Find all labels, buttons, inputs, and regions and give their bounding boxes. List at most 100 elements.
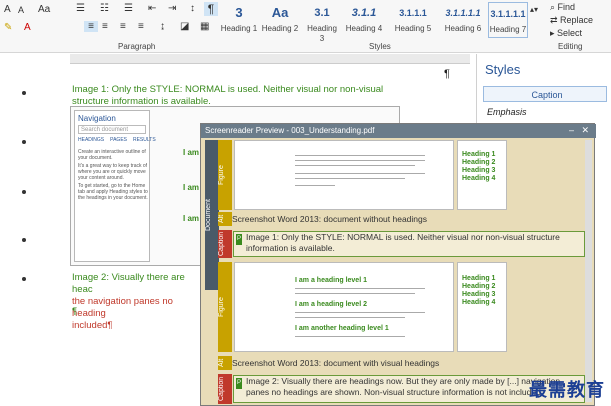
bullets-icon[interactable]: ☰ <box>76 3 85 14</box>
style-heading-7[interactable]: 3.1.1.1.1 Heading 7 <box>488 2 528 38</box>
preview-scrollbar[interactable] <box>585 140 592 402</box>
style-heading-6[interactable]: 3.1.1.1.1 Heading 6 <box>440 2 486 38</box>
tag-caption[interactable]: Caption <box>218 230 232 258</box>
decrease-indent-icon[interactable]: ⇤ <box>148 3 156 14</box>
bullet <box>22 140 26 144</box>
mini-style: Heading 2 <box>462 283 496 290</box>
mini-style: Heading 4 <box>462 175 496 182</box>
mini-style: Heading 1 <box>462 275 496 282</box>
borders-icon[interactable]: ▦ <box>200 21 209 32</box>
show-formatting-button[interactable]: ¶ <box>204 2 218 16</box>
style-heading-4[interactable]: 3.1.1 Heading 4 <box>342 2 386 38</box>
style-sample: 3 <box>235 5 243 20</box>
figure-thumbnail-1 <box>234 140 454 210</box>
mini-style: Heading 1 <box>462 151 496 158</box>
tag-alt[interactable]: Alt <box>218 212 232 226</box>
navigation-pane: Navigation Search document HEADINGS PAGE… <box>74 110 156 262</box>
tag-alt[interactable]: Alt <box>218 356 232 370</box>
style-sample: 3.1.1.1 <box>399 8 427 18</box>
screenreader-preview-window: Screenreader Preview - 003_Understanding… <box>200 123 596 406</box>
preview-title-bar: Screenreader Preview - 003_Understanding… <box>201 124 596 138</box>
caption-1-text: Image 1: Only the STYLE: NORMAL is used.… <box>246 232 560 253</box>
navigation-search-input[interactable]: Search document <box>78 125 146 134</box>
para2-line1: Image 2: Visually there are heac <box>72 272 185 295</box>
style-heading-3[interactable]: 3.1 Heading 3 <box>304 2 340 43</box>
style-sample: 3.1 <box>314 7 330 19</box>
style-heading-2[interactable]: Aa Heading 2 <box>260 2 300 38</box>
caption-1: P Image 1: Only the STYLE: NORMAL is use… <box>233 231 585 257</box>
replace-label: Replace <box>560 15 594 25</box>
paragraph-mark: ¶ <box>444 68 450 80</box>
minimize-icon[interactable]: – <box>569 125 574 135</box>
highlight-icon[interactable]: ✎ <box>4 22 12 33</box>
tab-pages[interactable]: PAGES <box>110 137 127 143</box>
para2-line3: included <box>72 320 108 331</box>
pilcrow: ¶ <box>107 320 113 331</box>
increase-indent-icon[interactable]: ⇥ <box>168 3 176 14</box>
paragraph-image1[interactable]: Image 1: Only the STYLE: NORMAL is used.… <box>72 84 402 108</box>
style-name: Heading 2 <box>261 24 299 33</box>
mini-style: Heading 3 <box>462 291 496 298</box>
multilevel-list-icon[interactable]: ☰ <box>124 3 133 14</box>
tab-results[interactable]: RESULTS <box>133 137 156 143</box>
change-case-button[interactable]: Aa <box>38 4 50 15</box>
caption-2-text: Image 2: Visually there are headings now… <box>246 376 561 397</box>
navigation-help-3: To get started, go to the Home tab and a… <box>78 183 148 201</box>
align-center-icon[interactable]: ≡ <box>102 21 108 32</box>
tag-figure[interactable]: Figure <box>218 262 232 352</box>
replace-button[interactable]: ⇄ Replace <box>550 15 593 26</box>
styles-group-label: Styles <box>369 42 391 51</box>
navigation-help-1: Create an interactive outline of your do… <box>78 149 146 161</box>
bullet <box>22 277 26 281</box>
watermark-logo: 最需教育 <box>529 380 605 400</box>
shrink-font-button[interactable]: A <box>18 5 24 15</box>
shading-icon[interactable]: ◪ <box>180 21 189 32</box>
find-button[interactable]: ⌕ Find <box>550 2 575 13</box>
sort-icon[interactable]: ↕ <box>190 3 195 14</box>
find-label: Find <box>557 2 576 12</box>
style-sample: 3.1.1.1.1 <box>490 9 526 19</box>
heading-snippet: I am <box>183 183 200 192</box>
align-right-icon[interactable]: ≡ <box>120 21 126 32</box>
navigation-title: Navigation <box>78 114 116 123</box>
bullet <box>22 91 26 95</box>
style-heading-1[interactable]: 3 Heading 1 <box>220 2 258 38</box>
mini-style: Heading 4 <box>462 299 496 306</box>
style-name: Heading 5 <box>394 24 432 33</box>
style-heading-5[interactable]: 3.1.1.1 Heading 5 <box>390 2 436 38</box>
style-item-caption[interactable]: Caption <box>483 86 607 102</box>
style-name: Heading 7 <box>489 25 527 34</box>
style-name: Heading 6 <box>444 24 482 33</box>
close-icon[interactable]: ✕ <box>581 125 589 136</box>
alt-text-2: Screenshot Word 2013: document with visu… <box>232 358 440 368</box>
bullet <box>22 238 26 242</box>
mini-style: Heading 2 <box>462 159 496 166</box>
heading-snippet: I am <box>183 214 200 223</box>
paragraph-tag-marker: P <box>236 378 243 389</box>
font-color-icon[interactable]: A <box>24 22 31 33</box>
tag-caption[interactable]: Caption <box>218 374 232 404</box>
line-spacing-icon[interactable]: ↨ <box>160 21 165 32</box>
paragraph-image2[interactable]: Image 2: Visually there are heac the nav… <box>72 272 202 332</box>
gallery-scroll-icon[interactable]: ▴▾ <box>530 5 538 14</box>
para2-line2: the navigation panes no heading <box>72 296 173 319</box>
style-sample: 3.1.1 <box>351 7 377 19</box>
bullet <box>22 190 26 194</box>
tag-document[interactable]: Document <box>205 140 219 290</box>
paragraph-tag-marker: P <box>236 234 243 245</box>
select-button[interactable]: ▸ Select <box>550 28 582 39</box>
justify-icon[interactable]: ≡ <box>138 21 144 32</box>
editing-group-label: Editing <box>558 42 583 51</box>
numbering-icon[interactable]: ☷ <box>100 3 109 14</box>
mini-heading: I am a heading level 2 <box>295 301 367 308</box>
navigation-help-2: It's a great way to keep track of where … <box>78 163 148 181</box>
tab-headings[interactable]: HEADINGS <box>78 137 104 143</box>
style-name: Heading 3 <box>307 24 337 43</box>
style-item-emphasis[interactable]: Emphasis <box>483 104 607 120</box>
style-sample: Aa <box>271 5 289 20</box>
align-left-icon[interactable]: ≡ <box>84 21 98 32</box>
figure-thumbnail-2-sidebar: Heading 1 Heading 2 Heading 3 Heading 4 <box>457 262 507 352</box>
grow-font-button[interactable]: A <box>4 4 11 15</box>
tag-figure[interactable]: Figure <box>218 140 232 210</box>
mini-heading: I am a heading level 1 <box>295 277 367 284</box>
